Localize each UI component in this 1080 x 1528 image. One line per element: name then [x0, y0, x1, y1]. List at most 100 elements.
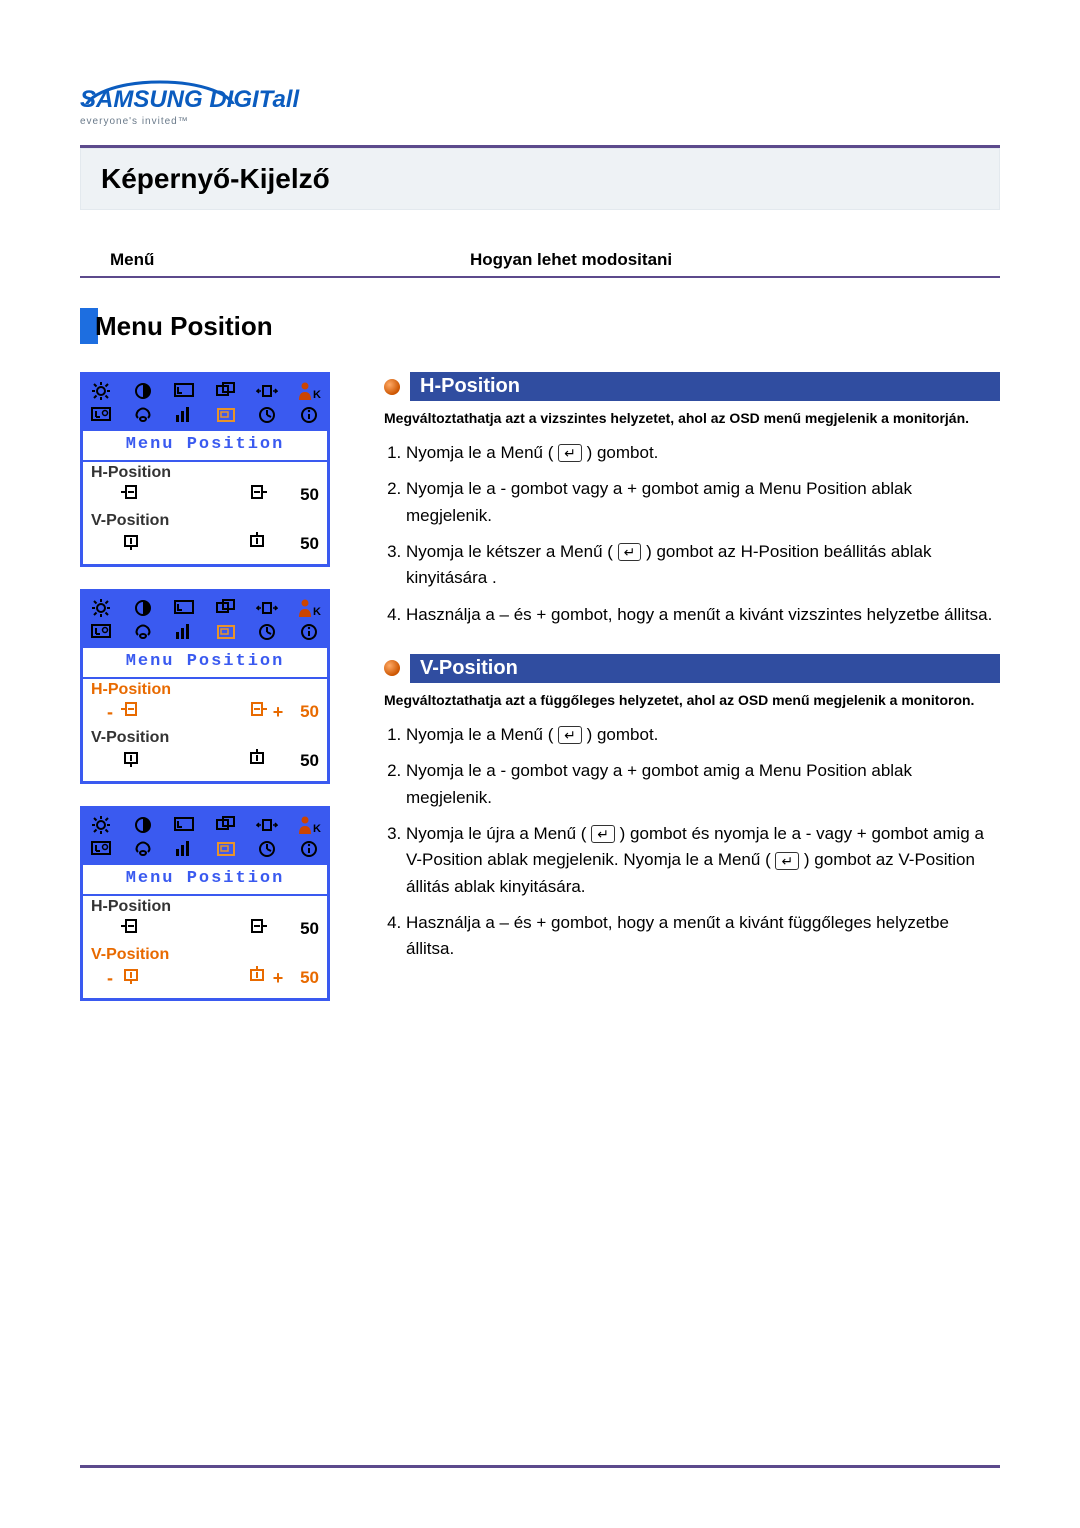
step-item: Nyomja le a Menű ( ↵ ) gombot. [406, 722, 1000, 748]
enter-key-icon: ↵ [558, 726, 582, 744]
step-item: Nyomja le a - gombot vagy a + gombot ami… [406, 758, 1000, 811]
osd-v-label: V-Position [91, 946, 169, 963]
minus-icon: - [103, 702, 117, 723]
v-up-glyph [243, 532, 271, 556]
osd-v-label: V-Position [91, 512, 169, 529]
sun-icon [89, 815, 113, 835]
info-icon [297, 405, 321, 425]
step-item: Nyomja le a - gombot vagy a + gombot ami… [406, 476, 1000, 529]
enter-key-icon: ↵ [775, 852, 799, 870]
menupos-icon [214, 405, 238, 425]
bulb-icon [131, 839, 155, 859]
steps-list: Nyomja le a Menű ( ↵ ) gombot.Nyomja le … [384, 440, 1000, 628]
v-up-glyph [243, 749, 271, 773]
clock-icon [255, 405, 279, 425]
osd-h-value: 50 [285, 702, 319, 722]
overlap-icon [214, 381, 238, 401]
main-section-title: Menu Position [80, 308, 1000, 344]
halfmoon-icon [131, 598, 155, 618]
info-icon [297, 839, 321, 859]
bulb-icon [131, 622, 155, 642]
screen2-icon [89, 622, 113, 642]
osd-panel: K Menu Position H-Position 50 V-Position… [80, 806, 330, 1001]
brand-text: SAMSUNG DIGITall [80, 86, 1000, 114]
main-section-title-text: Menu Position [95, 311, 273, 342]
plus-icon: + [271, 702, 285, 723]
osd-icon-grid: K [83, 809, 327, 865]
screen2-icon [89, 405, 113, 425]
section-desc: Megváltoztathatja azt a függőleges helyz… [384, 691, 1000, 710]
enter-key-icon: ↵ [591, 825, 615, 843]
bottom-divider [80, 1465, 1000, 1468]
h-right-glyph [243, 918, 271, 940]
osd-title: Menu Position [83, 431, 327, 462]
menupos-icon [214, 839, 238, 859]
osd-h-value: 50 [285, 919, 319, 939]
col-header-menu: Menű [110, 250, 470, 270]
person-k-icon: K [297, 815, 321, 835]
sun-icon [89, 381, 113, 401]
steps-list: Nyomja le a Menű ( ↵ ) gombot. Nyomja le … [384, 722, 1000, 963]
bars-icon [172, 839, 196, 859]
harrow-icon [255, 815, 279, 835]
menupos-icon [214, 622, 238, 642]
v-down-glyph [117, 966, 145, 990]
osd-screenshots-column: K Menu Position H-Position 50 V-Position… [80, 372, 360, 1023]
screen2-icon [89, 839, 113, 859]
osd-title: Menu Position [83, 648, 327, 679]
harrow-icon [255, 381, 279, 401]
osd-panel: K Menu Position H-Position 50 V-Position… [80, 372, 330, 567]
v-up-glyph [243, 966, 271, 990]
osd-v-value: 50 [285, 534, 319, 554]
halfmoon-icon [131, 381, 155, 401]
step-item: Használja a – és + gombot, hogy a menűt … [406, 602, 1000, 628]
brand-logo: SAMSUNG DIGITall everyone's invited™ [80, 70, 1000, 127]
page-title: Képernyő-Kijelző [101, 163, 330, 195]
section-h-position: H-Position Megváltoztathatja azt a vizsz… [384, 372, 1000, 628]
osd-v-label: V-Position [91, 729, 169, 746]
person-k-icon: K [297, 598, 321, 618]
overlap-icon [214, 815, 238, 835]
enter-key-icon: ↵ [618, 543, 642, 561]
enter-key-icon: ↵ [558, 444, 582, 462]
h-left-glyph [117, 484, 145, 506]
column-header-row: Menű Hogyan lehet modositani [80, 250, 1000, 278]
instructions-column: H-Position Megváltoztathatja azt a vizsz… [384, 372, 1000, 1023]
h-left-glyph [117, 918, 145, 940]
v-down-glyph [117, 532, 145, 556]
step-item: Nyomja le újra a Menű ( ↵ ) gombot és ny… [406, 821, 1000, 900]
osd-h-value: 50 [285, 485, 319, 505]
osd-h-label: H-Position [91, 464, 171, 481]
osd-icon-grid: K [83, 592, 327, 648]
info-icon [297, 622, 321, 642]
minus-icon: - [103, 968, 117, 989]
h-right-glyph [243, 701, 271, 723]
overlap-icon [214, 598, 238, 618]
halfmoon-icon [131, 815, 155, 835]
col-header-howto: Hogyan lehet modositani [470, 250, 672, 270]
bulb-icon [131, 405, 155, 425]
bars-icon [172, 622, 196, 642]
section-title: V-Position [410, 654, 1000, 683]
v-down-glyph [117, 749, 145, 773]
osd-v-value: 50 [285, 751, 319, 771]
plus-icon: + [271, 968, 285, 989]
bullet-icon [384, 660, 400, 676]
brand-tagline: everyone's invited™ [80, 116, 1000, 127]
osd-h-label: H-Position [91, 898, 171, 915]
section-desc: Megváltoztathatja azt a vizszintes helyz… [384, 409, 1000, 428]
screen-icon [172, 815, 196, 835]
sun-icon [89, 598, 113, 618]
clock-icon [255, 839, 279, 859]
osd-icon-grid: K [83, 375, 327, 431]
osd-title: Menu Position [83, 865, 327, 896]
step-item: Használja a – és + gombot, hogy a menűt … [406, 910, 1000, 963]
screen-icon [172, 598, 196, 618]
clock-icon [255, 622, 279, 642]
h-right-glyph [243, 484, 271, 506]
h-left-glyph [117, 701, 145, 723]
page-title-bar: Képernyő-Kijelző [80, 148, 1000, 210]
screen-icon [172, 381, 196, 401]
bars-icon [172, 405, 196, 425]
section-v-position: V-Position Megváltoztathatja azt a függő… [384, 654, 1000, 963]
